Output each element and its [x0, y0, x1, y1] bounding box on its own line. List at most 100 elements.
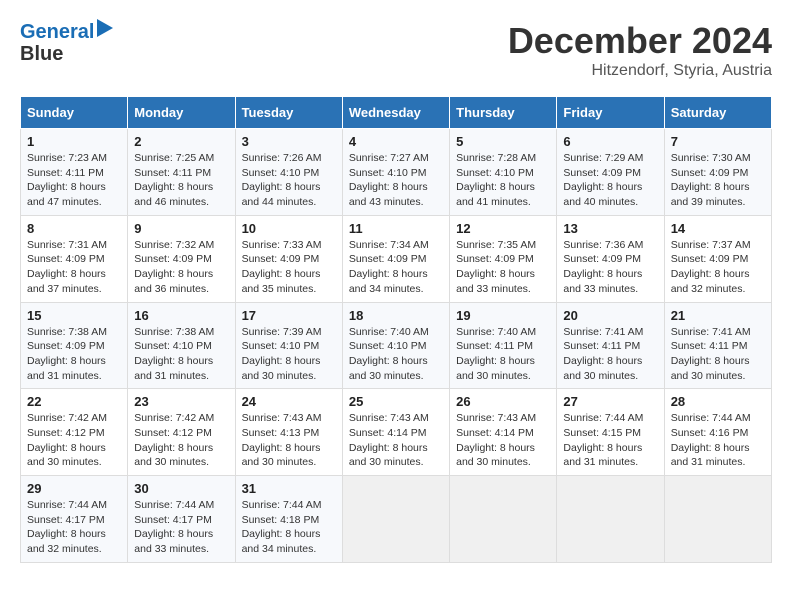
calendar-week-row: 15 Sunrise: 7:38 AMSunset: 4:09 PMDayligh…: [21, 302, 772, 389]
day-info: Sunrise: 7:42 AMSunset: 4:12 PMDaylight:…: [134, 412, 214, 468]
day-info: Sunrise: 7:33 AMSunset: 4:09 PMDaylight:…: [242, 239, 322, 295]
calendar-day-cell: 24 Sunrise: 7:43 AMSunset: 4:13 PMDayligh…: [235, 389, 342, 476]
day-info: Sunrise: 7:42 AMSunset: 4:12 PMDaylight:…: [27, 412, 107, 468]
day-info: Sunrise: 7:44 AMSunset: 4:17 PMDaylight:…: [27, 499, 107, 555]
day-number: 22: [27, 394, 121, 409]
location: Hitzendorf, Styria, Austria: [508, 62, 772, 80]
day-info: Sunrise: 7:40 AMSunset: 4:10 PMDaylight:…: [349, 326, 429, 382]
column-header-monday: Monday: [128, 97, 235, 129]
day-number: 20: [563, 308, 657, 323]
day-number: 10: [242, 221, 336, 236]
day-info: Sunrise: 7:35 AMSunset: 4:09 PMDaylight:…: [456, 239, 536, 295]
day-info: Sunrise: 7:37 AMSunset: 4:09 PMDaylight:…: [671, 239, 751, 295]
calendar-day-cell: 15 Sunrise: 7:38 AMSunset: 4:09 PMDayligh…: [21, 302, 128, 389]
month-title: December 2024: [508, 20, 772, 62]
day-number: 25: [349, 394, 443, 409]
day-number: 18: [349, 308, 443, 323]
day-number: 24: [242, 394, 336, 409]
day-number: 21: [671, 308, 765, 323]
calendar-day-cell: 28 Sunrise: 7:44 AMSunset: 4:16 PMDayligh…: [664, 389, 771, 476]
day-number: 12: [456, 221, 550, 236]
day-number: 7: [671, 134, 765, 149]
calendar-day-cell: 6Sunrise: 7:29 AMSunset: 4:09 PMDaylight…: [557, 129, 664, 216]
calendar-day-cell: 1Sunrise: 7:23 AMSunset: 4:11 PMDaylight…: [21, 129, 128, 216]
calendar-day-cell: 21Sunrise: 7:41 AMSunset: 4:11 PMDayligh…: [664, 302, 771, 389]
calendar-day-cell: 5 Sunrise: 7:28 AMSunset: 4:10 PMDaylight…: [450, 129, 557, 216]
day-info: Sunrise: 7:38 AMSunset: 4:10 PMDaylight:…: [134, 326, 214, 382]
calendar-day-cell: 12 Sunrise: 7:35 AMSunset: 4:09 PMDayligh…: [450, 215, 557, 302]
calendar-day-cell: 26 Sunrise: 7:43 AMSunset: 4:14 PMDayligh…: [450, 389, 557, 476]
day-number: 4: [349, 134, 443, 149]
day-info: Sunrise: 7:38 AMSunset: 4:09 PMDaylight:…: [27, 326, 107, 382]
calendar-day-cell: 30Sunrise: 7:44 AMSunset: 4:17 PMDayligh…: [128, 476, 235, 563]
calendar-day-cell: 22 Sunrise: 7:42 AMSunset: 4:12 PMDayligh…: [21, 389, 128, 476]
day-info: Sunrise: 7:40 AMSunset: 4:11 PMDaylight:…: [456, 326, 536, 382]
column-header-sunday: Sunday: [21, 97, 128, 129]
day-info: Sunrise: 7:43 AMSunset: 4:13 PMDaylight:…: [242, 412, 322, 468]
calendar-day-cell: [664, 476, 771, 563]
day-number: 11: [349, 221, 443, 236]
day-number: 28: [671, 394, 765, 409]
day-number: 27: [563, 394, 657, 409]
day-number: 17: [242, 308, 336, 323]
calendar-day-cell: 10 Sunrise: 7:33 AMSunset: 4:09 PMDayligh…: [235, 215, 342, 302]
day-info: Sunrise: 7:44 AMSunset: 4:18 PMDaylight:…: [242, 499, 322, 555]
title-block: December 2024 Hitzendorf, Styria, Austri…: [508, 20, 772, 80]
day-number: 26: [456, 394, 550, 409]
day-info: Sunrise: 7:32 AMSunset: 4:09 PMDaylight:…: [134, 239, 214, 295]
calendar-day-cell: [557, 476, 664, 563]
day-info: Sunrise: 7:41 AMSunset: 4:11 PMDaylight:…: [563, 326, 643, 382]
day-number: 9: [134, 221, 228, 236]
column-header-wednesday: Wednesday: [342, 97, 449, 129]
calendar-week-row: 8Sunrise: 7:31 AMSunset: 4:09 PMDaylight…: [21, 215, 772, 302]
calendar-day-cell: 8Sunrise: 7:31 AMSunset: 4:09 PMDaylight…: [21, 215, 128, 302]
day-info: Sunrise: 7:25 AMSunset: 4:11 PMDaylight:…: [134, 152, 214, 208]
calendar-header-row: SundayMondayTuesdayWednesdayThursdayFrid…: [21, 97, 772, 129]
calendar-day-cell: 17 Sunrise: 7:39 AMSunset: 4:10 PMDayligh…: [235, 302, 342, 389]
calendar-week-row: 1Sunrise: 7:23 AMSunset: 4:11 PMDaylight…: [21, 129, 772, 216]
day-number: 6: [563, 134, 657, 149]
day-number: 29: [27, 481, 121, 496]
day-info: Sunrise: 7:44 AMSunset: 4:15 PMDaylight:…: [563, 412, 643, 468]
calendar-day-cell: 29 Sunrise: 7:44 AMSunset: 4:17 PMDayligh…: [21, 476, 128, 563]
calendar-table: SundayMondayTuesdayWednesdayThursdayFrid…: [20, 96, 772, 563]
day-info: Sunrise: 7:31 AMSunset: 4:09 PMDaylight:…: [27, 239, 107, 295]
day-number: 3: [242, 134, 336, 149]
logo-text: General: [20, 20, 113, 43]
day-number: 23: [134, 394, 228, 409]
calendar-day-cell: 27 Sunrise: 7:44 AMSunset: 4:15 PMDayligh…: [557, 389, 664, 476]
logo-arrow-icon: [97, 19, 113, 42]
day-number: 13: [563, 221, 657, 236]
day-info: Sunrise: 7:27 AMSunset: 4:10 PMDaylight:…: [349, 152, 429, 208]
logo: General Blue: [20, 20, 113, 66]
day-number: 5: [456, 134, 550, 149]
day-info: Sunrise: 7:36 AMSunset: 4:09 PMDaylight:…: [563, 239, 643, 295]
column-header-saturday: Saturday: [664, 97, 771, 129]
page-header: General Blue December 2024 Hitzendorf, S…: [20, 20, 772, 80]
day-info: Sunrise: 7:43 AMSunset: 4:14 PMDaylight:…: [456, 412, 536, 468]
calendar-week-row: 29 Sunrise: 7:44 AMSunset: 4:17 PMDayligh…: [21, 476, 772, 563]
day-number: 19: [456, 308, 550, 323]
day-number: 14: [671, 221, 765, 236]
day-info: Sunrise: 7:44 AMSunset: 4:16 PMDaylight:…: [671, 412, 751, 468]
calendar-day-cell: 3 Sunrise: 7:26 AMSunset: 4:10 PMDaylight…: [235, 129, 342, 216]
calendar-day-cell: 13 Sunrise: 7:36 AMSunset: 4:09 PMDayligh…: [557, 215, 664, 302]
day-info: Sunrise: 7:39 AMSunset: 4:10 PMDaylight:…: [242, 326, 322, 382]
calendar-week-row: 22 Sunrise: 7:42 AMSunset: 4:12 PMDayligh…: [21, 389, 772, 476]
day-info: Sunrise: 7:28 AMSunset: 4:10 PMDaylight:…: [456, 152, 536, 208]
column-header-friday: Friday: [557, 97, 664, 129]
day-info: Sunrise: 7:34 AMSunset: 4:09 PMDaylight:…: [349, 239, 429, 295]
calendar-day-cell: 31Sunrise: 7:44 AMSunset: 4:18 PMDayligh…: [235, 476, 342, 563]
calendar-day-cell: 16 Sunrise: 7:38 AMSunset: 4:10 PMDayligh…: [128, 302, 235, 389]
calendar-day-cell: 7Sunrise: 7:30 AMSunset: 4:09 PMDaylight…: [664, 129, 771, 216]
day-number: 16: [134, 308, 228, 323]
day-info: Sunrise: 7:26 AMSunset: 4:10 PMDaylight:…: [242, 152, 322, 208]
day-number: 30: [134, 481, 228, 496]
day-number: 15: [27, 308, 121, 323]
calendar-day-cell: [450, 476, 557, 563]
calendar-day-cell: 4 Sunrise: 7:27 AMSunset: 4:10 PMDaylight…: [342, 129, 449, 216]
calendar-day-cell: 20 Sunrise: 7:41 AMSunset: 4:11 PMDayligh…: [557, 302, 664, 389]
logo-general: General: [20, 21, 94, 43]
day-info: Sunrise: 7:23 AMSunset: 4:11 PMDaylight:…: [27, 152, 107, 208]
day-number: 2: [134, 134, 228, 149]
